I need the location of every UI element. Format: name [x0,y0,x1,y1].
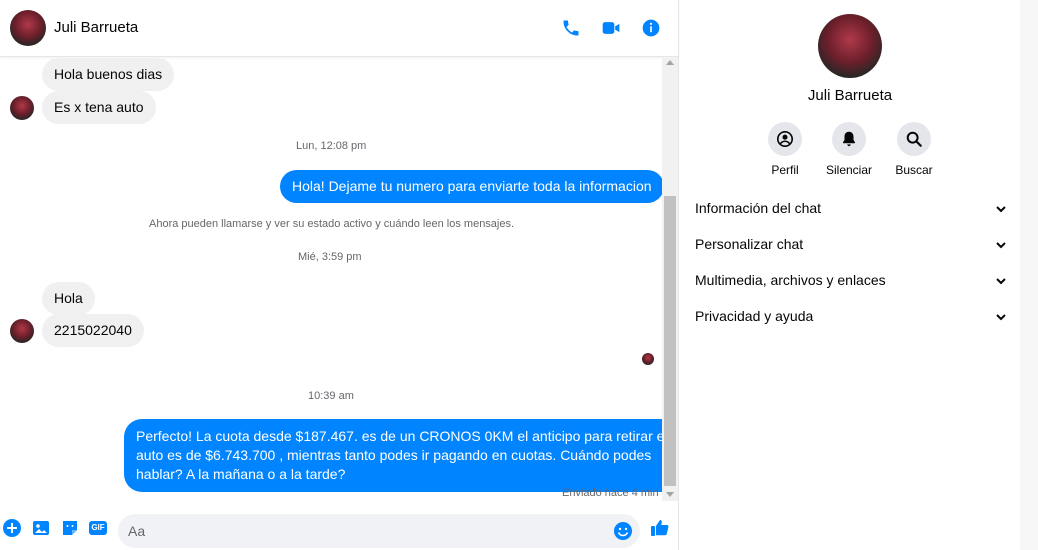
contact-avatar-small[interactable] [10,319,34,343]
message-line: auto es de $6.743.700 , mientras tanto p… [136,447,652,463]
section-media-files-links[interactable]: Multimedia, archivos y enlaces [695,268,1007,292]
incoming-message: 2215022040 [42,314,144,347]
plus-icon[interactable] [2,518,22,538]
message-timestamp: Lun, 12:08 pm [296,140,367,152]
conversation-info-panel: Juli Barrueta Perfil Silenciar Buscar In… [680,0,1020,550]
contact-avatar-small[interactable] [10,96,34,120]
message-timestamp: Mié, 3:59 pm [298,251,362,263]
chevron-down-icon [995,202,1007,214]
outgoing-message: Perfecto! La cuota desde $187.467. es de… [124,419,662,492]
phone-icon[interactable] [559,16,583,40]
composer: GIF [0,508,679,550]
incoming-message: Hola buenos dias [42,58,175,91]
profile-icon[interactable] [768,122,802,156]
gif-label: GIF [91,523,105,532]
section-label: Información del chat [695,200,822,216]
contact-name[interactable]: Juli Barrueta [54,19,138,36]
message-line: Perfecto! La cuota desde $187.467. es de… [136,428,662,444]
like-icon[interactable] [650,518,670,538]
image-icon[interactable] [31,518,51,538]
sticker-icon[interactable] [60,518,80,538]
incoming-message: Es x tena auto [42,91,156,124]
section-chat-info[interactable]: Información del chat [695,196,1007,220]
contact-avatar-large[interactable] [818,14,882,78]
chat-pane: Juli Barrueta Hola buenos dias Es x tena… [0,0,679,550]
system-note: Ahora pueden llamarse y ver su estado ac… [149,218,515,230]
message-scrollbar[interactable] [662,58,678,501]
chevron-down-icon [995,310,1007,322]
chevron-down-icon [995,274,1007,286]
incoming-message: Hola [42,282,95,315]
message-line: hablar? A la mañana o a la tarde? [136,466,346,482]
outgoing-message: Hola! Dejame tu numero para enviarte tod… [280,170,662,203]
scroll-thumb[interactable] [664,196,676,486]
emoji-icon[interactable] [612,520,634,542]
search-icon[interactable] [897,122,931,156]
section-label: Personalizar chat [695,236,804,252]
gif-icon[interactable]: GIF [88,518,108,538]
message-input[interactable] [128,520,598,542]
section-privacy-help[interactable]: Privacidad y ayuda [695,304,1007,328]
messenger-app: Juli Barrueta Hola buenos dias Es x tena… [0,0,1038,550]
search-action[interactable]: Buscar [874,122,954,177]
search-label: Buscar [895,163,933,177]
seen-indicator-avatar [642,353,654,365]
section-label: Multimedia, archivos y enlaces [695,272,886,288]
info-icon[interactable] [639,16,663,40]
info-contact-name: Juli Barrueta [807,87,893,104]
section-label: Privacidad y ayuda [695,308,814,324]
video-icon[interactable] [599,16,623,40]
chat-header: Juli Barrueta [0,0,679,57]
sent-status: Enviado hace 4 min [562,487,659,499]
message-list: Hola buenos dias Es x tena auto Lun, 12:… [0,58,662,501]
chevron-down-icon [995,238,1007,250]
message-input-wrapper [118,514,640,548]
message-timestamp: 10:39 am [308,390,354,402]
window-edge [1020,0,1038,550]
bell-icon[interactable] [832,122,866,156]
scroll-up-arrow-icon[interactable] [666,60,674,65]
contact-avatar[interactable] [10,10,46,46]
section-customize-chat[interactable]: Personalizar chat [695,232,1007,256]
scroll-down-arrow-icon[interactable] [666,492,674,497]
